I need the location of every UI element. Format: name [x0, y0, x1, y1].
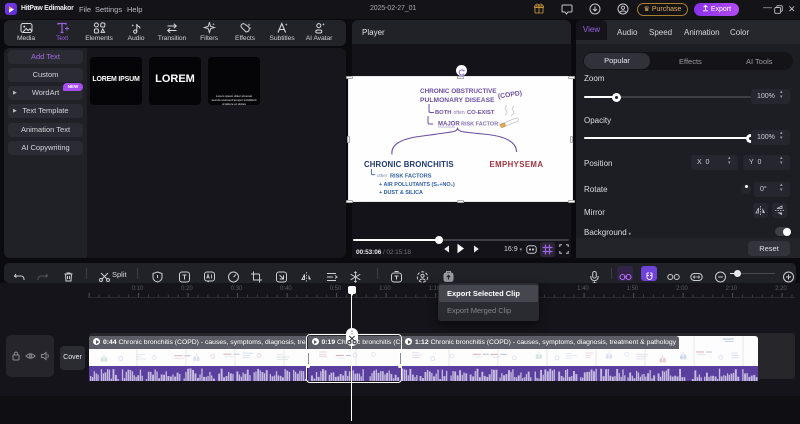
- svg-text:+ DUST & SILICA: + DUST & SILICA: [379, 190, 423, 196]
- svg-text:RISK FACTOR:: RISK FACTOR:: [461, 122, 500, 128]
- svg-text:BOTH: BOTH: [435, 110, 451, 116]
- svg-text:CHRONIC OBSTRUCTIVE: CHRONIC OBSTRUCTIVE: [420, 88, 497, 95]
- svg-text:other: other: [377, 173, 388, 178]
- svg-text:often: often: [453, 110, 464, 116]
- svg-text:+ AIR POLLUTANTS (S₂+NO₂): + AIR POLLUTANTS (S₂+NO₂): [379, 182, 455, 188]
- svg-text:CO-EXIST: CO-EXIST: [467, 110, 495, 116]
- svg-text:RISK FACTORS: RISK FACTORS: [390, 174, 432, 180]
- svg-text:EMPHYSEMA: EMPHYSEMA: [489, 160, 543, 169]
- svg-text:(COPD): (COPD): [497, 90, 522, 100]
- svg-text:PULMONARY DISEASE: PULMONARY DISEASE: [420, 97, 495, 104]
- svg-text:CHRONIC BRONCHITIS: CHRONIC BRONCHITIS: [364, 160, 454, 169]
- svg-text:MAJOR: MAJOR: [438, 122, 460, 128]
